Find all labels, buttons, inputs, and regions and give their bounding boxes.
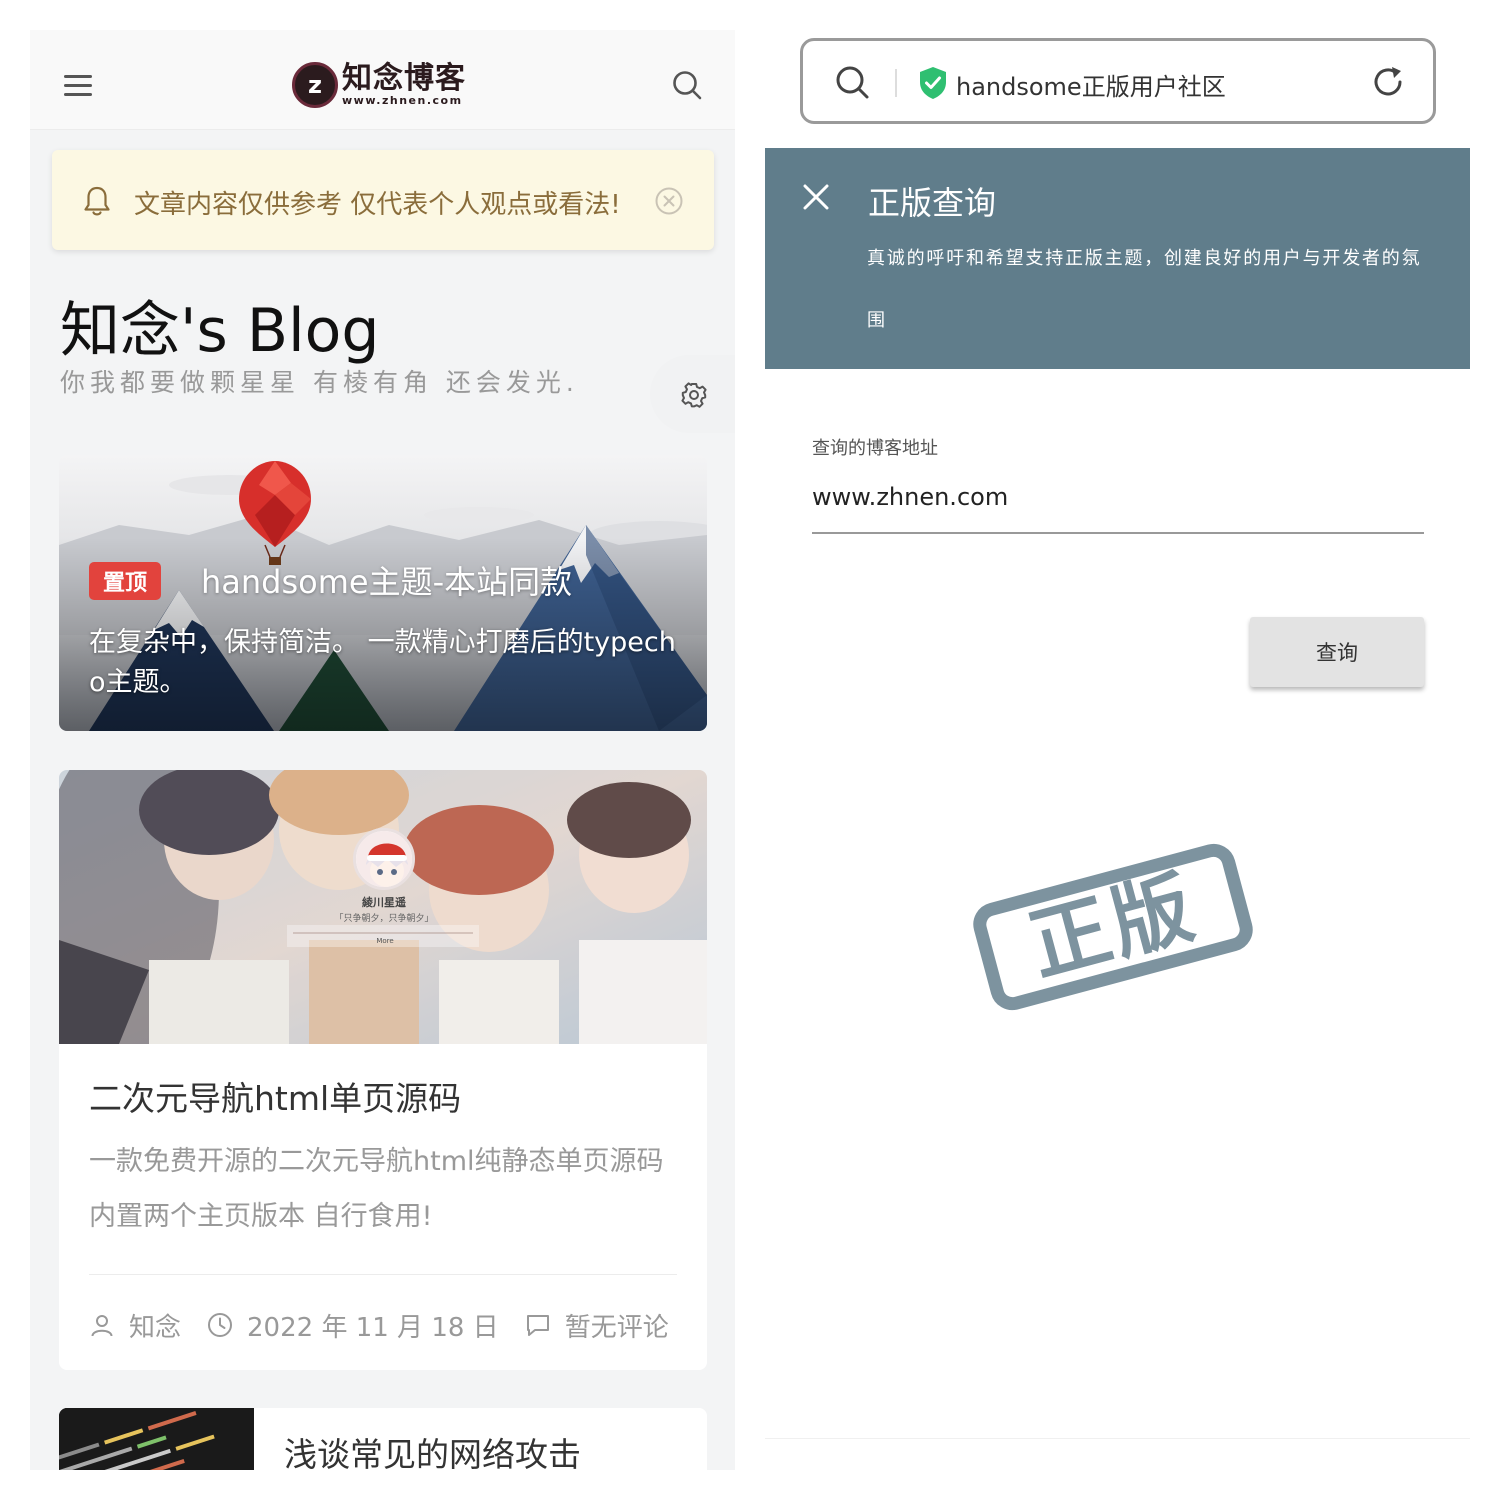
post-meta: 知念 2022 年 11 月 18 日 暂无评论 — [89, 1305, 669, 1345]
logo-mark: z — [292, 62, 338, 108]
post-card[interactable]: 綾川星遥 「只争朝夕，只争朝夕」 More 二次元导航html单页源码 一款免费… — [59, 770, 707, 1370]
close-icon[interactable] — [803, 184, 829, 210]
post-comments[interactable]: 暂无评论 — [565, 1307, 669, 1344]
dialog-description: 真诚的呼吁和希望支持正版主题，创建良好的用户与开发者的氛围 — [867, 248, 1422, 331]
post-title[interactable]: handsome主题-本站同款 — [201, 557, 572, 603]
clock-icon — [208, 1313, 233, 1337]
avatar — [353, 828, 415, 890]
gear-icon — [681, 382, 707, 408]
pinned-badge: 置顶 — [89, 562, 162, 600]
shield-check-icon — [920, 67, 946, 99]
search-icon[interactable] — [670, 68, 704, 102]
settings-button[interactable] — [650, 355, 735, 433]
blog-title: 知念's Blog — [60, 296, 380, 366]
cover-more-link: More — [376, 937, 394, 945]
close-circle-icon[interactable] — [654, 186, 684, 216]
divider — [765, 1438, 1470, 1439]
comment-icon — [526, 1315, 549, 1336]
browser-address-bar[interactable]: handsome正版用户社区 — [800, 38, 1436, 124]
blog-address-label: 查询的博客地址 — [812, 438, 938, 459]
blog-subtitle: 你我都要做颗星星 有棱有角 还会发光. — [60, 368, 579, 397]
post-date: 2022 年 11 月 18 日 — [247, 1312, 499, 1343]
post-author[interactable]: 知念 — [129, 1307, 181, 1344]
cover-site-name: 綾川星遥 — [362, 896, 406, 909]
logo-name: 知念博客 — [342, 61, 466, 96]
post-title[interactable]: 浅谈常见的网络攻击 — [284, 1428, 581, 1470]
post-title[interactable]: 二次元导航html单页源码 — [89, 1072, 461, 1120]
post-excerpt: 一款免费开源的二次元导航html纯静态单页源码 内置两个主页版本 自行食用! — [89, 1146, 664, 1232]
cover-site-motto: 「只争朝夕，只争朝夕」 — [334, 914, 434, 924]
site-logo[interactable]: z 知念博客 www.zhnen.com — [292, 60, 466, 110]
blog-phone-screen: z 知念博客 www.zhnen.com 文章内容仅供参考 仅代表个人观点或看法… — [30, 30, 735, 1470]
stamp-text: 正版 — [1019, 859, 1207, 994]
genuine-stamp: 正版 — [968, 838, 1258, 1016]
bell-icon — [84, 186, 110, 216]
divider — [895, 69, 897, 97]
query-button[interactable]: 查询 — [1250, 617, 1424, 687]
blog-address-input[interactable] — [812, 478, 1424, 534]
divider — [89, 1274, 677, 1275]
post-thumbnail — [59, 1408, 254, 1470]
menu-icon[interactable] — [64, 75, 92, 96]
search-icon[interactable] — [833, 63, 871, 101]
user-icon — [91, 1315, 113, 1337]
logo-domain: www.zhnen.com — [342, 94, 463, 107]
sticky-post-card[interactable]: 置顶 handsome主题-本站同款 在复杂中，保持简洁。 一款精心打磨后的ty… — [59, 455, 707, 731]
post-card[interactable]: 浅谈常见的网络攻击 — [59, 1408, 707, 1470]
dialog-header: 正版查询 真诚的呼吁和希望支持正版主题，创建良好的用户与开发者的氛围 — [765, 148, 1470, 369]
dialog-title: 正版查询 — [868, 184, 997, 222]
notice-banner: 文章内容仅供参考 仅代表个人观点或看法! — [52, 150, 714, 250]
top-navbar: z 知念博客 www.zhnen.com — [30, 30, 735, 130]
notice-text: 文章内容仅供参考 仅代表个人观点或看法! — [134, 190, 621, 220]
post-excerpt: 在复杂中，保持简洁。 一款精心打磨后的typecho主题。 — [89, 627, 676, 698]
reload-icon[interactable] — [1369, 63, 1407, 101]
page-url[interactable]: handsome正版用户社区 — [956, 67, 1226, 102]
